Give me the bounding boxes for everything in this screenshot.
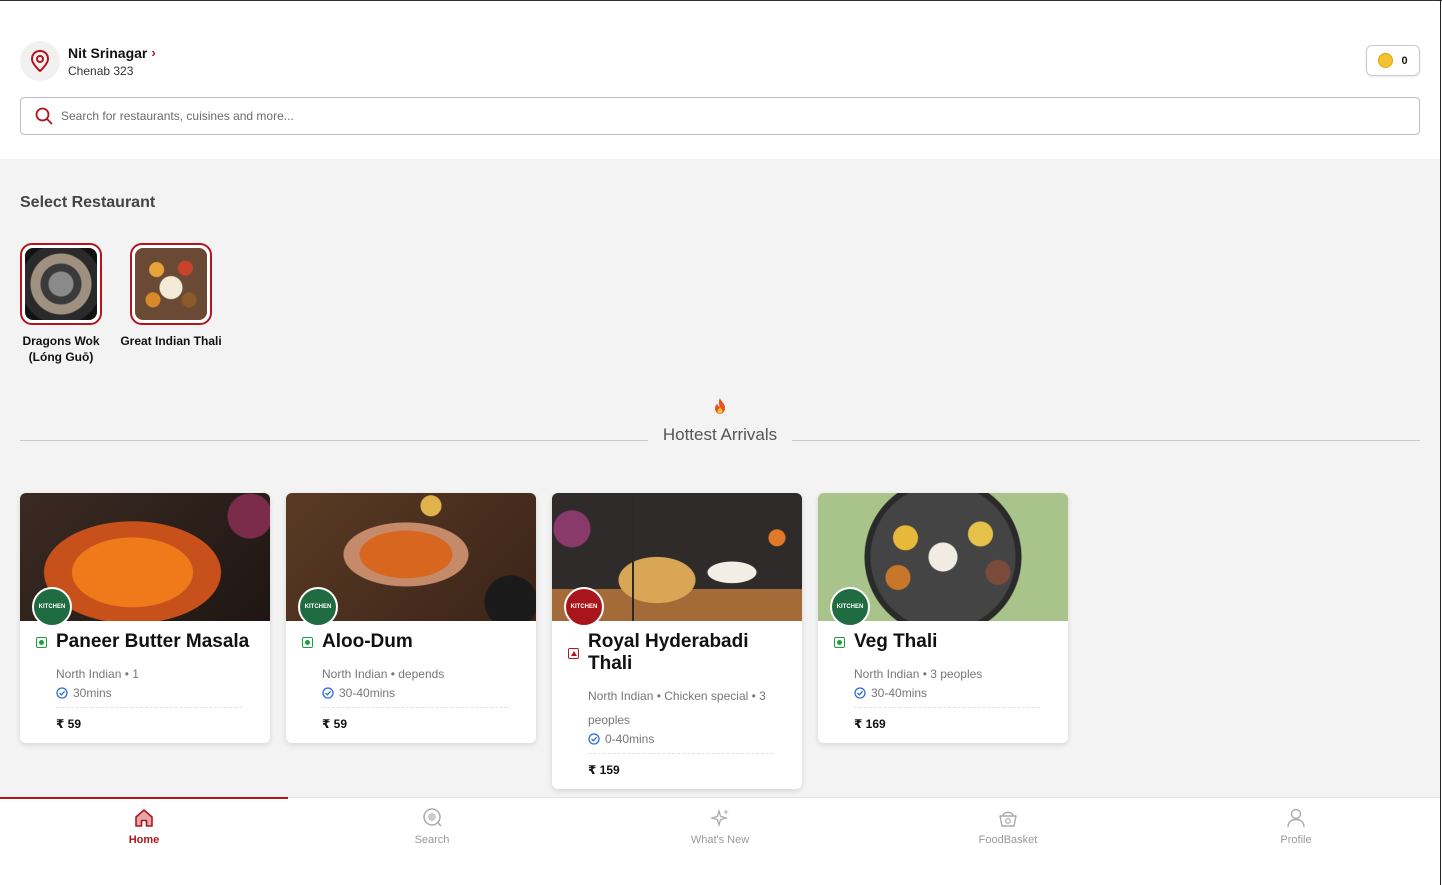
card-time: 30-40mins <box>339 686 396 700</box>
coins-count: 0 <box>1401 54 1408 67</box>
card-time: 30-40mins <box>871 686 928 700</box>
select-restaurant-title: Select Restaurant <box>20 194 156 211</box>
nav-label: Search <box>414 834 450 846</box>
basket-icon <box>999 811 1017 827</box>
clock-check-icon <box>588 733 600 745</box>
coin-icon <box>1378 53 1394 68</box>
card-price: ₹ 59 <box>56 717 82 731</box>
nav-label: Home <box>128 834 160 846</box>
divider-line <box>792 440 1420 441</box>
restaurant-badge-icon: KITCHEN <box>564 587 604 627</box>
clock-check-icon <box>56 687 68 699</box>
card-meta: North Indian • 3 peoples <box>854 667 983 681</box>
nav-item-home[interactable]: Home <box>0 797 288 860</box>
card-title: Paneer Butter Masala <box>56 631 250 652</box>
restaurant-name: Dragons Wok (Lóng Guō) <box>22 334 100 364</box>
card-divider <box>322 707 508 708</box>
card-title: Royal Hyderabadi Thali <box>588 631 749 674</box>
location-subtitle: Chenab 323 <box>68 63 134 78</box>
card-price: ₹ 159 <box>588 763 620 777</box>
page-footer-space <box>0 860 1440 885</box>
card-title: Aloo-Dum <box>322 631 413 652</box>
card-meta: North Indian • depends <box>322 667 445 681</box>
food-card[interactable]: KITCHEN Paneer Butter Masala North India… <box>20 493 270 743</box>
restaurant-badge-icon: KITCHEN <box>830 587 870 627</box>
food-card[interactable]: KITCHEN Royal Hyderabadi Thali North Ind… <box>552 493 802 789</box>
restaurant-badge-icon: KITCHEN <box>32 587 72 627</box>
card-meta: North Indian • 1 <box>56 667 139 681</box>
restaurant-logo <box>130 243 212 325</box>
main-content: Select Restaurant Dragons Wok (Lóng Guō)… <box>0 159 1440 797</box>
card-price: ₹ 169 <box>854 717 886 731</box>
food-image: KITCHEN <box>552 493 802 627</box>
clock-check-icon <box>854 687 866 699</box>
sparkle-icon <box>709 808 729 828</box>
card-time: 0-40mins <box>605 732 655 746</box>
food-image: KITCHEN <box>20 493 270 627</box>
food-card[interactable]: KITCHEN Veg Thali North Indian • 3 peopl… <box>818 493 1068 743</box>
veg-icon <box>834 636 845 648</box>
nav-item-profile[interactable]: Profile <box>1152 798 1440 860</box>
location-title: Nit Srinagar <box>68 44 148 61</box>
restaurant-item[interactable]: Dragons Wok (Lóng Guō) <box>6 243 116 365</box>
hottest-arrivals-title: Hottest Arrivals <box>662 425 778 444</box>
nav-label: What's New <box>690 834 750 846</box>
clock-check-icon <box>322 687 334 699</box>
nav-label: Profile <box>1280 834 1312 846</box>
restaurant-badge-icon: KITCHEN <box>298 587 338 627</box>
search-icon <box>423 808 442 827</box>
card-divider <box>854 707 1040 708</box>
search-icon <box>35 107 53 125</box>
bottom-nav: Home Search What's New FoodBasket Profil… <box>0 797 1440 860</box>
location-selector[interactable]: Nit Srinagar › Chenab 323 <box>20 41 156 81</box>
nav-item-search[interactable]: Search <box>288 798 576 860</box>
card-time: 30mins <box>73 686 112 700</box>
search-input[interactable] <box>61 109 1361 123</box>
card-title: Veg Thali <box>854 631 938 652</box>
nav-label: FoodBasket <box>978 834 1038 846</box>
non-veg-icon <box>568 647 579 659</box>
card-price: ₹ 59 <box>322 717 348 731</box>
fire-icon <box>712 397 728 420</box>
restaurant-name: Great Indian Thali <box>120 334 222 348</box>
restaurant-item[interactable]: Great Indian Thali <box>116 243 226 349</box>
divider-line <box>20 440 648 441</box>
location-pin-icon <box>20 41 60 81</box>
profile-icon <box>1287 808 1305 828</box>
nav-item-foodbasket[interactable]: FoodBasket <box>864 798 1152 860</box>
food-card[interactable]: KITCHEN Aloo-Dum North Indian • depends … <box>286 493 536 743</box>
food-image: KITCHEN <box>286 493 536 627</box>
card-divider <box>588 753 774 754</box>
nav-item-whats-new[interactable]: What's New <box>576 798 864 860</box>
search-bar[interactable] <box>20 97 1420 135</box>
card-divider <box>56 707 242 708</box>
food-image: KITCHEN <box>818 493 1068 627</box>
card-meta: North Indian • Chicken special • 3 peopl… <box>588 689 766 727</box>
home-icon <box>135 809 153 827</box>
header: Nit Srinagar › Chenab 323 0 <box>0 1 1440 159</box>
coins-button[interactable]: 0 <box>1366 45 1420 76</box>
chevron-right-icon: › <box>151 45 156 60</box>
veg-icon <box>36 636 47 648</box>
veg-icon <box>302 636 313 648</box>
restaurant-logo <box>20 243 102 325</box>
